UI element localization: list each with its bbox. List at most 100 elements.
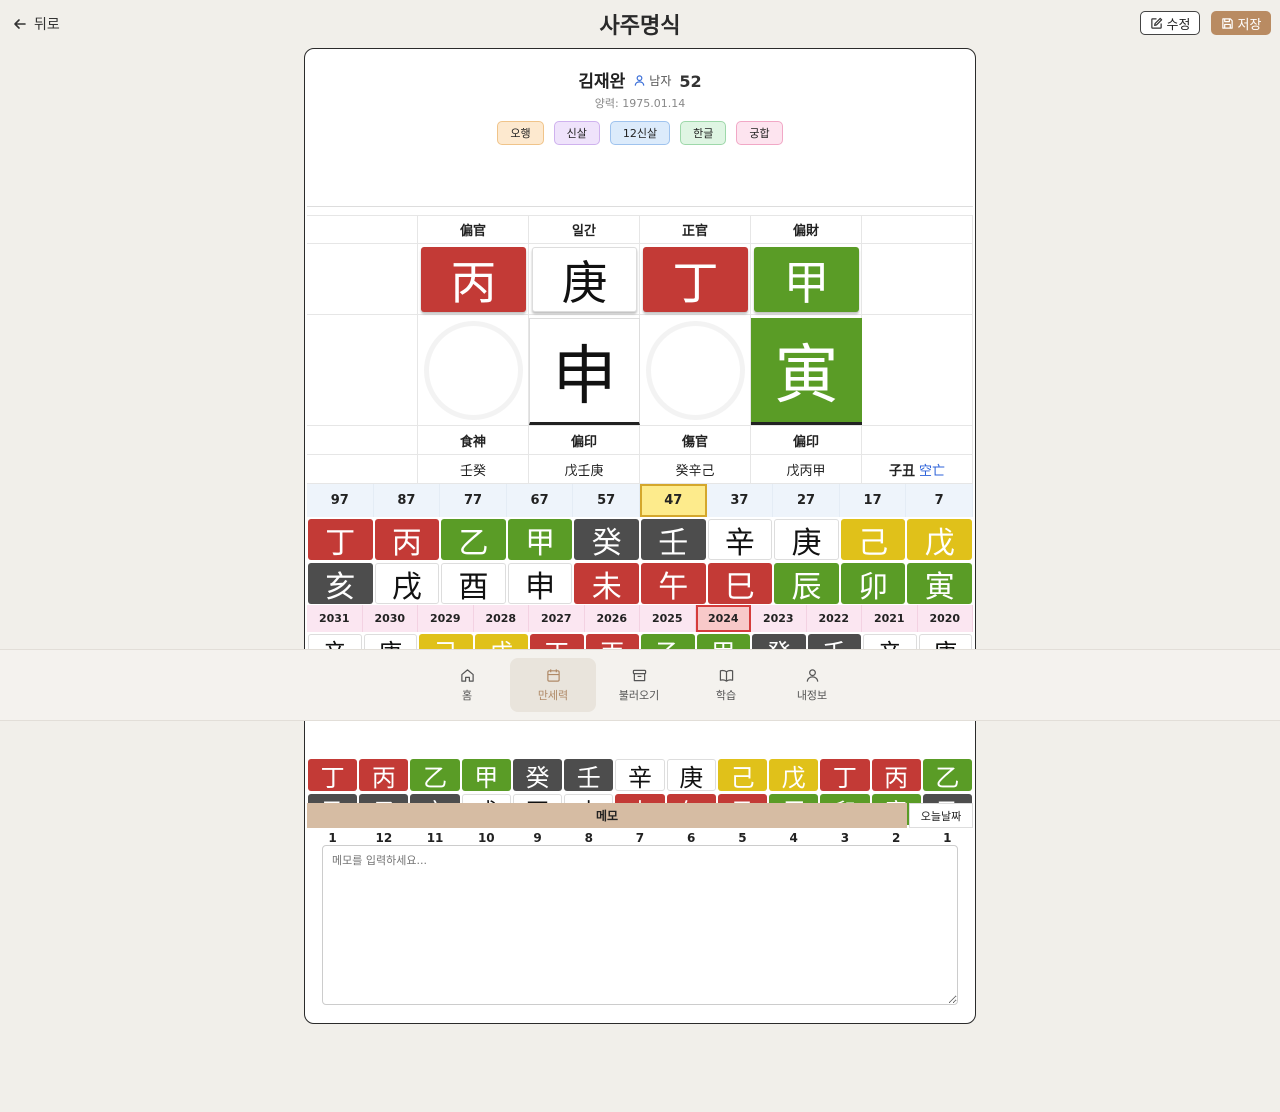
grid-cell <box>862 215 973 244</box>
wolwoon-stem-tile[interactable]: 癸 <box>512 759 563 792</box>
daewoon-branch-tile[interactable]: 申 <box>507 563 573 605</box>
saewoon-year[interactable]: 2022 <box>807 605 862 632</box>
wolwoon-stem-tile[interactable]: 乙 <box>410 759 460 792</box>
daewoon-branch-tile[interactable]: 酉 <box>441 563 506 605</box>
nav-item-0[interactable]: 홈 <box>424 658 510 712</box>
wolwoon-stem-tile[interactable]: 丙 <box>359 759 409 792</box>
daewoon-branch-tile[interactable]: 巳 <box>707 563 773 605</box>
natal-branch-tile[interactable]: 申 <box>529 318 640 425</box>
daewoon-age[interactable]: 17 <box>840 484 907 517</box>
saewoon-year[interactable]: 2023 <box>751 605 807 632</box>
daewoon-age[interactable]: 37 <box>707 484 774 517</box>
tag-button-1[interactable]: 신살 <box>553 121 600 145</box>
edit-button[interactable]: 수정 <box>1140 11 1200 35</box>
void-branches: 子丑 <box>888 463 915 479</box>
natal-stem-tile[interactable]: 丙 <box>421 247 526 312</box>
branch-god-label: 偏印 <box>751 426 862 455</box>
grid-cell <box>307 455 418 484</box>
saewoon-year[interactable]: 2031 <box>307 605 363 632</box>
daewoon-branch-tile[interactable]: 未 <box>574 563 639 605</box>
daewoon-age[interactable]: 97 <box>307 484 374 517</box>
saewoon-year[interactable]: 2029 <box>418 605 474 632</box>
daewoon-stem-tile[interactable]: 丁 <box>308 519 373 561</box>
gender-info: 남자 <box>633 72 671 89</box>
daewoon-stem-tile[interactable]: 乙 <box>441 519 506 561</box>
saewoon-year[interactable]: 2030 <box>363 605 418 632</box>
daewoon-age[interactable]: 67 <box>507 484 574 517</box>
nav-item-3[interactable]: 학습 <box>683 658 769 712</box>
daewoon-stem-tile[interactable]: 庚 <box>774 519 839 561</box>
daewoon-branch-tile[interactable]: 午 <box>641 563 706 605</box>
wolwoon-stem-tile[interactable]: 乙 <box>922 759 972 792</box>
nav-item-1[interactable]: 만세력 <box>510 658 596 712</box>
nav-item-4[interactable]: 내정보 <box>769 658 855 712</box>
wolwoon-stem-tile[interactable]: 丙 <box>871 759 921 792</box>
hidden-stems-label: 壬癸 <box>418 455 529 484</box>
age-value: 52 <box>679 72 702 91</box>
tag-row: 오행 신살 12신살 한글 궁합 <box>307 121 973 145</box>
wolwoon-stem-tile[interactable]: 辛 <box>615 759 665 792</box>
natal-stem-tile[interactable]: 甲 <box>754 247 859 312</box>
saewoon-year[interactable]: 2025 <box>640 605 696 632</box>
saewoon-year[interactable]: 2027 <box>529 605 585 632</box>
saewoon-year[interactable]: 2021 <box>862 605 918 632</box>
natal-stem-tile[interactable]: 丁 <box>643 247 748 312</box>
grid-cell <box>307 315 418 426</box>
wolwoon-stem-tile[interactable]: 戊 <box>769 759 819 792</box>
daewoon-branch-tile[interactable]: 亥 <box>308 563 373 605</box>
top-bar: 뒤로 사주명식 수정 저장 <box>0 0 1280 48</box>
edit-label: 수정 <box>1166 17 1191 33</box>
wolwoon-stem-tile[interactable]: 庚 <box>666 759 716 792</box>
daewoon-stem-tile[interactable]: 壬 <box>641 519 706 561</box>
daewoon-age[interactable]: 77 <box>440 484 507 517</box>
home-icon <box>460 668 474 682</box>
saewoon-year[interactable]: 2024 <box>695 605 751 632</box>
daewoon-age[interactable]: 27 <box>773 484 840 517</box>
stem-god-label: 偏官 <box>418 215 529 244</box>
nav-item-2[interactable]: 불러오기 <box>596 658 682 712</box>
save-label: 저장 <box>1237 17 1262 33</box>
daewoon-stem-tile[interactable]: 己 <box>840 519 906 561</box>
daewoon-age[interactable]: 57 <box>573 484 640 517</box>
wolwoon-stem-tile[interactable]: 丁 <box>820 759 870 792</box>
natal-stem-tile[interactable]: 庚 <box>532 247 637 312</box>
daewoon-branch-tile[interactable]: 寅 <box>907 563 972 605</box>
save-button[interactable]: 저장 <box>1211 11 1271 35</box>
daewoon-branch-tile[interactable]: 戌 <box>374 563 440 605</box>
tag-button-0[interactable]: 오행 <box>497 121 544 145</box>
gender-label: 남자 <box>649 74 672 88</box>
tag-button-3[interactable]: 한글 <box>680 121 727 145</box>
daewoon-stem-tile[interactable]: 丙 <box>374 519 440 561</box>
tag-button-2[interactable]: 12신살 <box>609 121 671 145</box>
nav-label: 불러오기 <box>618 688 660 702</box>
stem-god-label: 偏財 <box>751 215 862 244</box>
wolwoon-stem-tile[interactable]: 己 <box>717 759 768 792</box>
daewoon-branch-tile[interactable]: 辰 <box>774 563 839 605</box>
saewoon-year[interactable]: 2028 <box>474 605 529 632</box>
daewoon-stem-tile[interactable]: 戊 <box>907 519 972 561</box>
tag-button-4[interactable]: 궁합 <box>736 121 783 145</box>
daewoon-age[interactable]: 87 <box>374 484 441 517</box>
daewoon-stem-tile[interactable]: 辛 <box>707 519 773 561</box>
natal-branch-tile[interactable]: 寅 <box>751 318 862 425</box>
wolwoon-stem-tile[interactable]: 壬 <box>564 759 614 792</box>
daewoon-branch-tile[interactable]: 卯 <box>840 563 906 605</box>
daewoon-stem-tile[interactable]: 甲 <box>507 519 573 561</box>
wolwoon-stem-tile[interactable]: 丁 <box>308 759 358 792</box>
daewoon-stem-tile[interactable]: 癸 <box>574 519 639 561</box>
hidden-stems-label: 癸辛己 <box>640 455 751 484</box>
grid-cell <box>307 215 418 244</box>
memo-tab[interactable]: 메모 <box>307 803 907 828</box>
daewoon-age[interactable]: 47 <box>640 484 707 517</box>
branch-god-label: 食神 <box>418 426 529 455</box>
today-button[interactable]: 오늘날짜 <box>909 803 973 828</box>
grid-cell <box>862 315 973 426</box>
wolwoon-stem-tile[interactable]: 甲 <box>461 759 511 792</box>
page-title: 사주명식 <box>599 14 681 39</box>
saewoon-year[interactable]: 2026 <box>585 605 640 632</box>
edit-icon <box>1150 17 1162 29</box>
memo-input[interactable] <box>322 845 958 1005</box>
daewoon-age[interactable]: 7 <box>906 484 973 517</box>
saewoon-year[interactable]: 2020 <box>918 605 973 632</box>
save-icon <box>1221 17 1233 29</box>
